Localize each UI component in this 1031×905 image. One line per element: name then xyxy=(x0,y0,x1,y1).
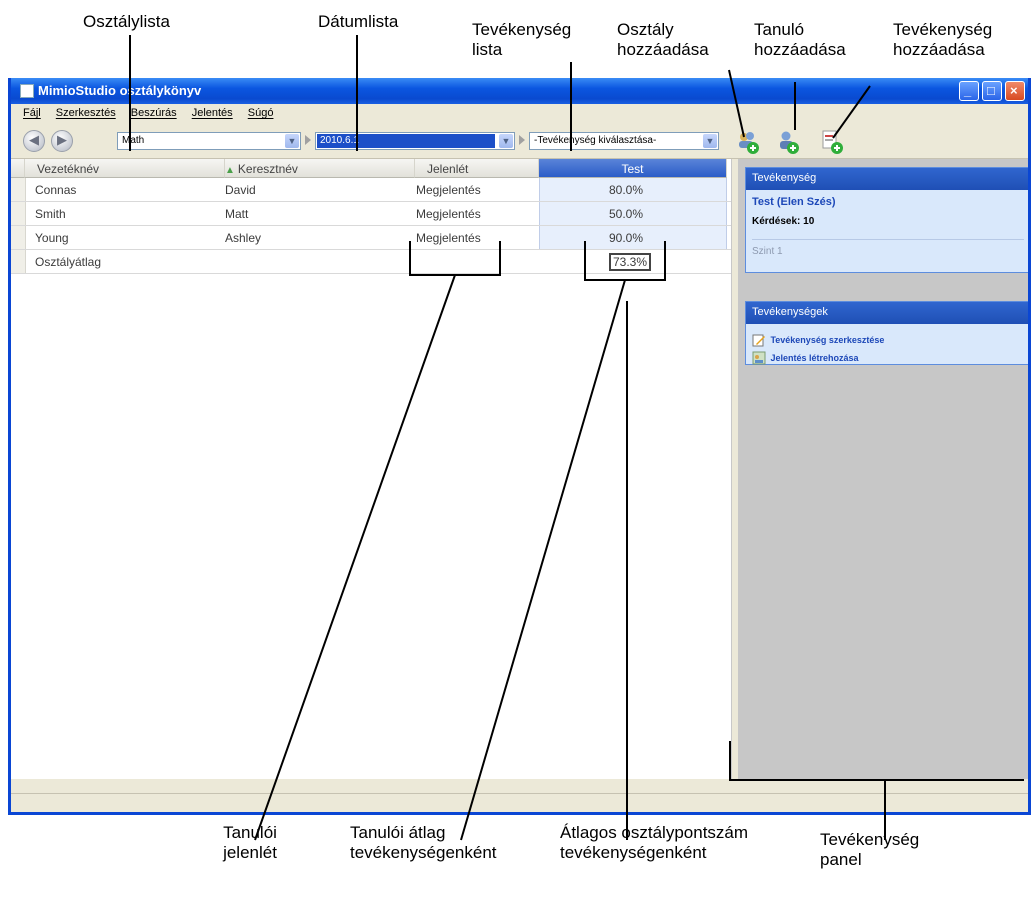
add-activity-button[interactable] xyxy=(819,129,845,155)
menu-file[interactable]: Fájl xyxy=(23,107,41,119)
callout-add-activity: Tevékenység hozzáadása xyxy=(893,20,993,59)
callout-add-student: Tanuló hozzáadása xyxy=(754,20,846,59)
cell-attendance[interactable]: Megjelentés xyxy=(416,207,481,221)
edit-activity-link[interactable]: Tevékenység szerkesztése xyxy=(746,331,1028,349)
cell-test-score[interactable]: 50.0% xyxy=(609,207,643,221)
table-row[interactable]: Smith Matt Megjelentés 50.0% xyxy=(11,202,731,226)
cell-first-name: Ashley xyxy=(225,231,262,245)
class-list-select[interactable]: Math ▼ xyxy=(117,132,301,150)
chevron-down-icon: ▼ xyxy=(285,134,299,148)
column-header-last-name[interactable]: Vezetéknév xyxy=(25,159,225,178)
callout-date-list: Dátumlista xyxy=(318,12,399,31)
close-icon: × xyxy=(1010,83,1018,98)
create-report-icon xyxy=(752,351,766,365)
add-activity-icon xyxy=(822,130,843,154)
create-report-label: Jelentés létrehozása xyxy=(770,352,859,363)
activities-box: Tevékenységek Tevékenység szerkesztése J… xyxy=(745,301,1028,367)
row-header xyxy=(11,178,26,201)
breadcrumb-arrow-icon xyxy=(305,135,311,145)
minimize-icon: _ xyxy=(964,83,972,98)
activities-header: Tevékenységek xyxy=(746,302,1028,324)
callout-student-attendance: Tanulói jelenlét xyxy=(223,823,277,862)
forward-button[interactable]: ▶ xyxy=(51,130,73,152)
cell-last-name: Connas xyxy=(35,183,77,197)
callout-activity-panel: Tevékenység panel xyxy=(820,830,920,869)
cell-attendance[interactable]: Megjelentés xyxy=(416,231,481,245)
callout-add-class: Osztály hozzáadása xyxy=(617,20,709,59)
callout-class-average: Átlagos osztálypontszám tevékenységenkén… xyxy=(560,823,749,862)
add-class-icon xyxy=(739,132,759,154)
menu-report[interactable]: Jelentés xyxy=(192,107,233,119)
menu-edit[interactable]: Szerkesztés xyxy=(56,107,116,119)
app-icon xyxy=(20,84,34,98)
create-report-link[interactable]: Jelentés létrehozása xyxy=(746,349,1028,367)
gradebook-grid: Vezetéknév ▲ Keresztnév Jelenlét Test Con… xyxy=(11,159,732,779)
menu-bar: Fájl Szerkesztés Beszúrás Jelentés Súgó xyxy=(11,104,1028,124)
row-header-corner xyxy=(11,159,25,178)
column-header-first-name-label: Keresztnév xyxy=(237,162,298,176)
back-button[interactable]: ◀ xyxy=(23,130,45,152)
chevron-down-icon: ▼ xyxy=(703,134,717,148)
add-class-button[interactable] xyxy=(735,129,761,155)
activity-info-header: Tevékenység xyxy=(746,168,1028,190)
app-window: MimioStudio osztálykönyv _ □ × Fájl Szer… xyxy=(8,78,1031,815)
title-bar[interactable]: MimioStudio osztálykönyv _ □ × xyxy=(11,78,1028,104)
close-button[interactable]: × xyxy=(1005,81,1025,101)
divider xyxy=(752,239,1024,240)
add-student-button[interactable] xyxy=(775,129,801,155)
cell-first-name: David xyxy=(225,183,256,197)
cell-first-name: Matt xyxy=(225,207,249,221)
class-average-label: Osztályátlag xyxy=(35,255,102,269)
activity-questions: Kérdések: 10 xyxy=(752,216,815,227)
sort-ascending-icon: ▲ xyxy=(225,165,235,176)
activity-list-value: -Tevékenység kiválasztása- xyxy=(534,135,657,146)
date-list-value: 2010.6.1 xyxy=(317,134,495,148)
cell-test-score[interactable]: 90.0% xyxy=(609,231,643,245)
activity-level: Szint 1 xyxy=(752,246,783,257)
row-header xyxy=(11,226,26,249)
cell-test-score[interactable]: 80.0% xyxy=(609,183,643,197)
edit-activity-icon xyxy=(752,334,765,347)
window-title: MimioStudio osztálykönyv xyxy=(38,83,202,98)
date-list-select[interactable]: 2010.6.1 ▼ xyxy=(315,132,515,150)
minimize-button[interactable]: _ xyxy=(959,81,979,101)
column-header-first-name[interactable]: ▲ Keresztnév xyxy=(225,159,415,178)
class-average-row: Osztályátlag 73.3% xyxy=(11,250,731,274)
cell-attendance[interactable]: Megjelentés xyxy=(416,183,481,197)
callout-activity-list: Tevékenység lista xyxy=(472,20,572,59)
class-average-value: 73.3% xyxy=(609,253,652,271)
toolbar: ◀ ▶ Math ▼ 2010.6.1 ▼ -Tevékenység kivál… xyxy=(11,124,1028,159)
breadcrumb-arrow-icon xyxy=(519,135,525,145)
callout-class-list: Osztálylista xyxy=(83,12,170,31)
cell-last-name: Smith xyxy=(35,207,66,221)
table-row[interactable]: Connas David Megjelentés 80.0% xyxy=(11,178,731,202)
activity-list-select[interactable]: -Tevékenység kiválasztása- ▼ xyxy=(529,132,719,150)
chevron-down-icon: ▼ xyxy=(499,134,513,148)
maximize-button[interactable]: □ xyxy=(982,81,1002,101)
menu-help[interactable]: Súgó xyxy=(248,107,274,119)
row-header xyxy=(11,202,26,225)
class-list-value: Math xyxy=(122,135,145,146)
cell-last-name: Young xyxy=(35,231,69,245)
row-header xyxy=(11,250,26,273)
column-header-attendance[interactable]: Jelenlét xyxy=(415,159,539,178)
table-row[interactable]: Young Ashley Megjelentés 90.0% xyxy=(11,226,731,250)
arrow-left-icon: ◀ xyxy=(29,132,39,147)
activity-panel: Tevékenység Test (Elen Szés) Kérdések: 1… xyxy=(738,159,1028,779)
activity-name[interactable]: Test (Elen Szés) xyxy=(746,196,1028,208)
status-bar xyxy=(11,793,1028,812)
column-header-test[interactable]: Test xyxy=(539,159,727,178)
callout-student-average: Tanulói átlag tevékenységenként xyxy=(350,823,497,862)
maximize-icon: □ xyxy=(987,83,995,98)
add-student-icon xyxy=(780,131,799,154)
menu-insert[interactable]: Beszúrás xyxy=(131,107,177,119)
arrow-right-icon: ▶ xyxy=(57,132,67,147)
activity-info-box: Tevékenység Test (Elen Szés) Kérdések: 1… xyxy=(745,167,1028,273)
edit-activity-label: Tevékenység szerkesztése xyxy=(770,334,885,345)
